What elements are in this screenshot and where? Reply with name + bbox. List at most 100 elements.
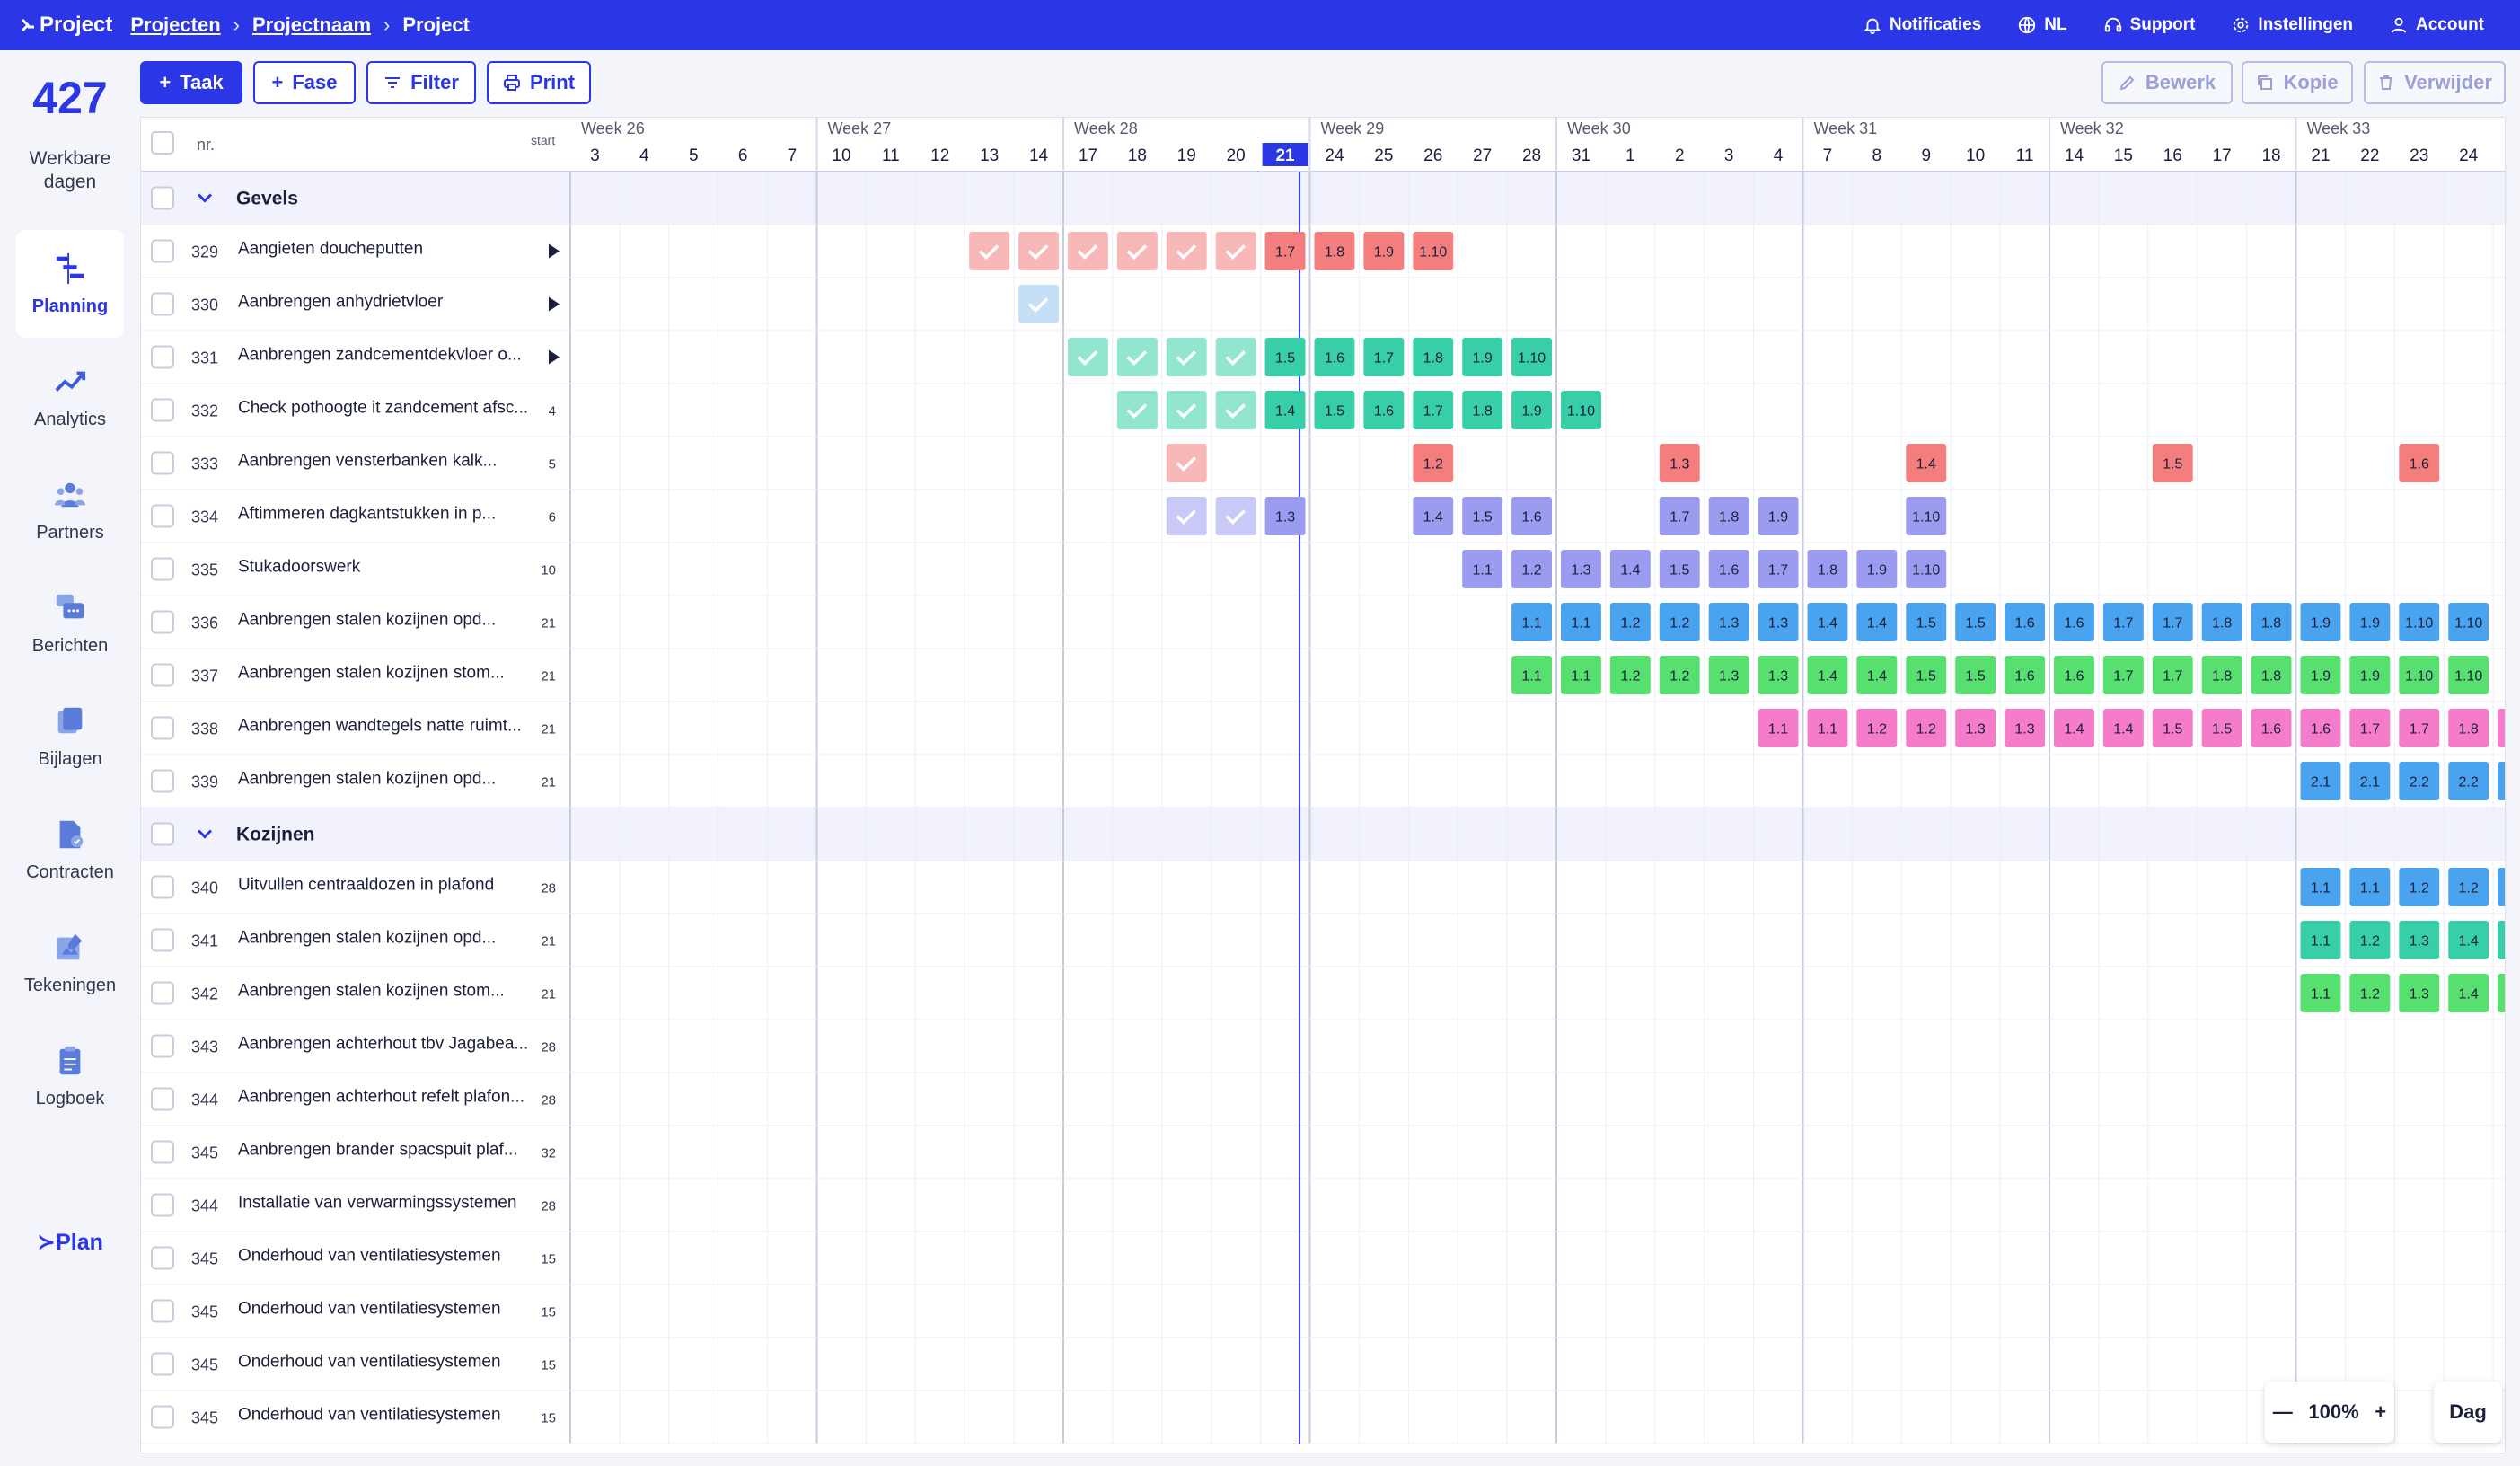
- app-logo[interactable]: Project: [20, 13, 112, 38]
- row-checkbox[interactable]: [151, 875, 174, 899]
- add-task-button[interactable]: + Taak: [140, 61, 242, 104]
- row-checkbox[interactable]: [151, 1087, 174, 1111]
- task-bar-label: 1.9: [2311, 669, 2331, 684]
- row-checkbox[interactable]: [151, 239, 174, 263]
- select-all-checkbox[interactable]: [151, 131, 174, 155]
- task-bar-label: 1.8: [1719, 510, 1739, 525]
- row-checkbox[interactable]: [151, 1405, 174, 1429]
- print-button[interactable]: Print: [487, 61, 591, 104]
- sidebar-item-contracten[interactable]: Contracten: [16, 796, 124, 904]
- task-bar-label: 1.3: [1768, 669, 1788, 684]
- row-checkbox[interactable]: [151, 769, 174, 793]
- row-checkbox[interactable]: [151, 716, 174, 740]
- row-checkbox[interactable]: [151, 822, 174, 846]
- day-label: 1: [1626, 146, 1635, 165]
- completed-cell[interactable]: [1166, 232, 1207, 270]
- row-checkbox[interactable]: [151, 504, 174, 528]
- row-checkbox[interactable]: [151, 1352, 174, 1376]
- task-bar[interactable]: [2498, 762, 2506, 800]
- task-bar[interactable]: [2498, 709, 2506, 747]
- row-checkbox[interactable]: [151, 398, 174, 422]
- nav-support[interactable]: Support: [2103, 15, 2196, 35]
- task-bar-label: 1.6: [2014, 616, 2034, 631]
- task-number: 345: [191, 1250, 218, 1268]
- task-bar-label: 1.1: [2360, 881, 2380, 896]
- completed-cell[interactable]: [1215, 391, 1256, 429]
- completed-cell[interactable]: [1116, 232, 1158, 270]
- completed-cell[interactable]: [1166, 391, 1207, 429]
- zoom-out-button[interactable]: —: [2273, 1400, 2293, 1424]
- completed-cell[interactable]: [1166, 338, 1207, 376]
- sidebar-item-tekeningen[interactable]: Tekeningen: [16, 909, 124, 1017]
- expand-arrow-icon[interactable]: [549, 243, 560, 259]
- row-checkbox[interactable]: [151, 1193, 174, 1217]
- completed-cell[interactable]: [1018, 285, 1059, 323]
- row-checkbox[interactable]: [151, 928, 174, 952]
- sidebar-item-partners[interactable]: Partners: [16, 456, 124, 564]
- completed-cell[interactable]: [1166, 497, 1207, 535]
- completed-cell[interactable]: [969, 232, 1010, 270]
- sidebar-item-bijlagen[interactable]: Bijlagen: [16, 683, 124, 790]
- row-checkbox[interactable]: [151, 292, 174, 316]
- completed-cell[interactable]: [1068, 338, 1108, 376]
- row-checkbox[interactable]: [151, 1034, 174, 1058]
- sidebar-item-logboek[interactable]: Logboek: [16, 1022, 124, 1130]
- start-column-header: start: [531, 133, 555, 147]
- breadcrumb-projecten[interactable]: Projecten: [130, 13, 220, 37]
- completed-cell[interactable]: [1215, 497, 1256, 535]
- task-bar[interactable]: [2498, 974, 2506, 1012]
- copy-button[interactable]: Kopie: [2242, 61, 2353, 104]
- nav-language[interactable]: NL: [2017, 15, 2067, 35]
- completed-cell[interactable]: [1166, 444, 1207, 482]
- filter-button[interactable]: Filter: [366, 61, 476, 104]
- row-checkbox[interactable]: [151, 451, 174, 475]
- row-checkbox[interactable]: [151, 345, 174, 369]
- plan-logo[interactable]: ≻Plan: [0, 1229, 140, 1256]
- sidebar-item-analytics[interactable]: Analytics: [16, 343, 124, 451]
- delete-button[interactable]: Verwijder: [2364, 61, 2506, 104]
- nav-account[interactable]: Account: [2389, 15, 2484, 35]
- gear-icon: [2234, 17, 2249, 33]
- expand-arrow-icon[interactable]: [549, 296, 560, 312]
- row-checkbox[interactable]: [151, 557, 174, 581]
- row-checkbox[interactable]: [151, 610, 174, 634]
- task-bar-label: 1.10: [1912, 563, 1940, 578]
- task-bar-label: 1.2: [1620, 669, 1640, 684]
- task-bar-label: 1.6: [2410, 457, 2429, 472]
- breadcrumb-projectnaam[interactable]: Projectnaam: [252, 13, 371, 37]
- completed-cell[interactable]: [1215, 338, 1256, 376]
- row-checkbox[interactable]: [151, 663, 174, 687]
- task-bar-label: 1.7: [2410, 722, 2429, 737]
- completed-cell[interactable]: [1116, 338, 1158, 376]
- nav-label: Support: [2129, 15, 2196, 34]
- task-bar-label: 1.6: [2014, 669, 2034, 684]
- task-start: 21: [541, 669, 556, 684]
- zoom-in-button[interactable]: +: [2375, 1400, 2386, 1424]
- nav-notificaties[interactable]: Notificaties: [1863, 15, 1981, 35]
- sidebar-item-planning[interactable]: Planning: [16, 230, 124, 338]
- row-checkbox[interactable]: [151, 186, 174, 210]
- day-label: 26: [1423, 146, 1442, 165]
- view-mode-button[interactable]: Dag: [2434, 1382, 2502, 1443]
- day-label: 24: [2459, 146, 2479, 165]
- row-checkbox[interactable]: [151, 1246, 174, 1270]
- task-bar[interactable]: [2498, 868, 2506, 906]
- task-number: 336: [191, 614, 218, 632]
- task-bar-label: 2.1: [2360, 775, 2380, 790]
- row-checkbox[interactable]: [151, 981, 174, 1005]
- row-checkbox[interactable]: [151, 1299, 174, 1323]
- expand-arrow-icon[interactable]: [549, 349, 560, 365]
- sidebar-item-berichten[interactable]: Berichten: [16, 570, 124, 677]
- row-checkbox[interactable]: [151, 1140, 174, 1164]
- completed-cell[interactable]: [1068, 232, 1108, 270]
- nav-instellingen[interactable]: Instellingen: [2231, 15, 2353, 35]
- completed-cell[interactable]: [1116, 391, 1158, 429]
- edit-button[interactable]: Bewerk: [2101, 61, 2233, 104]
- task-bar-label: 1.9: [1768, 510, 1788, 525]
- task-bar[interactable]: [2498, 921, 2506, 959]
- button-label: Kopie: [2283, 71, 2339, 93]
- completed-cell[interactable]: [1215, 232, 1256, 270]
- add-phase-button[interactable]: + Fase: [253, 61, 356, 104]
- completed-cell[interactable]: [1018, 232, 1059, 270]
- sidebar-item-label: Bijlagen: [38, 748, 102, 769]
